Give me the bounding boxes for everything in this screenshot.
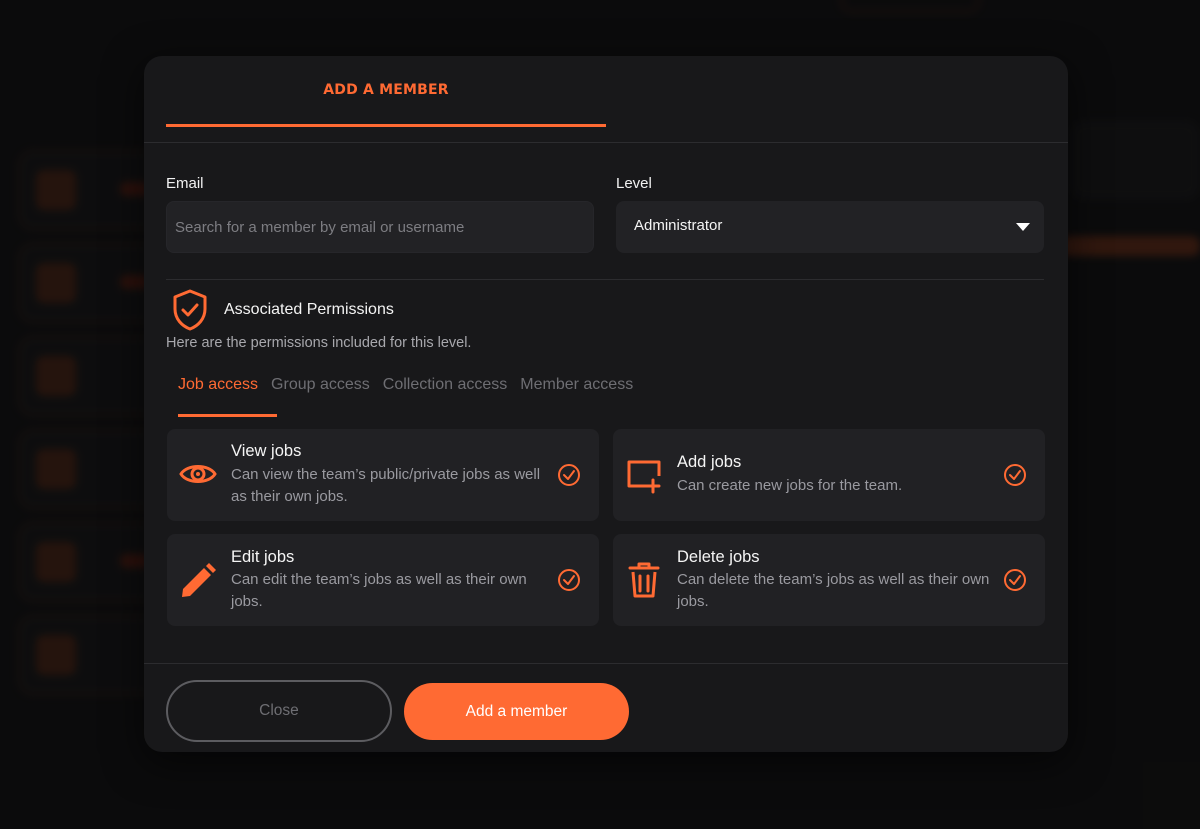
email-label: Email bbox=[166, 175, 204, 192]
permission-name: Add jobs bbox=[677, 453, 742, 471]
add-member-modal: ADD A MEMBER Email Level Administrator A… bbox=[144, 56, 1068, 752]
permission-card-view-jobs: View jobs Can view the team’s public/pri… bbox=[167, 429, 599, 521]
shield-check-icon bbox=[173, 289, 207, 331]
divider bbox=[144, 142, 1068, 143]
permission-name: View jobs bbox=[231, 442, 302, 460]
add-window-icon bbox=[627, 460, 661, 494]
permission-card-add-jobs: Add jobs Can create new jobs for the tea… bbox=[613, 429, 1045, 521]
tab-group-access[interactable]: Group access bbox=[271, 376, 370, 394]
add-member-button[interactable]: Add a member bbox=[404, 683, 629, 740]
permission-description: Can view the team’s public/private jobs … bbox=[231, 466, 541, 505]
permission-description: Can create new jobs for the team. bbox=[677, 477, 903, 494]
caret-down-icon bbox=[1016, 223, 1030, 231]
tab-job-access[interactable]: Job access bbox=[178, 376, 258, 394]
check-circle-icon bbox=[558, 569, 580, 591]
trash-icon bbox=[628, 562, 660, 598]
check-circle-icon bbox=[1004, 464, 1026, 486]
permission-name: Delete jobs bbox=[677, 548, 760, 566]
level-select[interactable]: Administrator bbox=[616, 201, 1044, 253]
pencil-icon bbox=[182, 563, 216, 597]
check-circle-icon bbox=[1004, 569, 1026, 591]
permissions-subtitle: Here are the permissions included for th… bbox=[166, 335, 472, 351]
tab-collection-access[interactable]: Collection access bbox=[383, 376, 508, 394]
divider bbox=[166, 279, 1044, 280]
permission-card-edit-jobs: Edit jobs Can edit the team’s jobs as we… bbox=[167, 534, 599, 626]
permission-description: Can edit the team’s jobs as well as thei… bbox=[231, 571, 527, 610]
eye-icon bbox=[179, 465, 217, 483]
email-field[interactable] bbox=[166, 201, 594, 253]
level-selected-value: Administrator bbox=[634, 217, 723, 234]
divider bbox=[144, 663, 1068, 664]
active-tab-underline bbox=[178, 414, 277, 417]
check-circle-icon bbox=[558, 464, 580, 486]
permission-tabs: Job access Group access Collection acces… bbox=[178, 376, 633, 394]
close-button[interactable]: Close bbox=[166, 680, 392, 742]
permission-description: Can delete the team’s jobs as well as th… bbox=[677, 571, 990, 610]
modal-tab-add-member[interactable]: ADD A MEMBER bbox=[166, 56, 606, 128]
modal-title: ADD A MEMBER bbox=[323, 82, 449, 98]
permissions-title: Associated Permissions bbox=[224, 301, 394, 318]
level-label: Level bbox=[616, 175, 652, 192]
permission-card-delete-jobs: Delete jobs Can delete the team’s jobs a… bbox=[613, 534, 1045, 626]
modal-tab-underline bbox=[166, 124, 606, 127]
permission-name: Edit jobs bbox=[231, 548, 295, 566]
tab-member-access[interactable]: Member access bbox=[520, 376, 633, 394]
